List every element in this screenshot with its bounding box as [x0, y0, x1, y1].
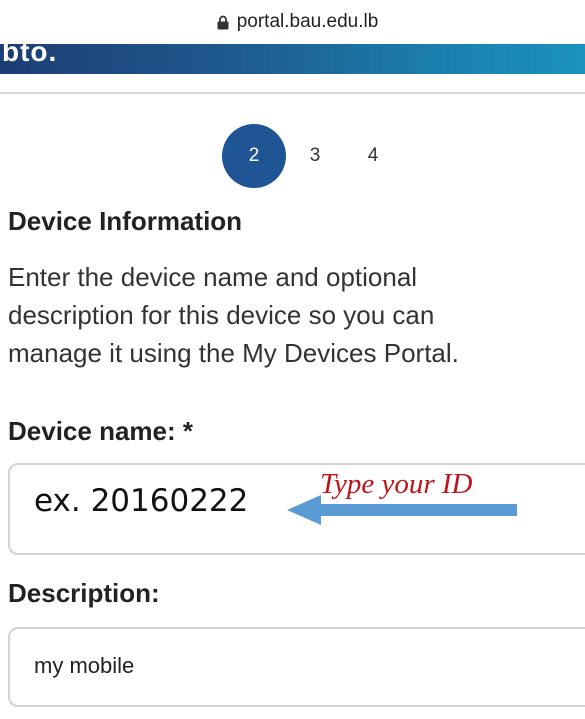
device-name-label: Device name: *	[8, 416, 193, 446]
description-value: my mobile	[34, 653, 135, 678]
instructions-text: Enter the device name and optional descr…	[8, 258, 585, 372]
url-text: portal.bau.edu.lb	[236, 11, 379, 32]
page: portal.bau.edu.lb bto. 2 3 4 Device Info…	[0, 0, 585, 719]
address-bar-content: portal.bau.edu.lb	[217, 11, 379, 33]
banner-text: bto.	[2, 44, 58, 67]
instructions-line: description for this device so you can	[8, 300, 435, 330]
device-name-value: ex. 20160222	[34, 483, 249, 519]
instructions-line: Enter the device name and optional	[8, 262, 418, 292]
address-bar[interactable]: portal.bau.edu.lb	[0, 0, 585, 44]
step-2: 2	[222, 124, 286, 188]
lock-icon	[217, 15, 229, 30]
step-3: 3	[309, 145, 321, 166]
instructions-line: manage it using the My Devices Portal.	[8, 338, 459, 368]
site-banner: bto.	[0, 44, 585, 74]
header-divider	[0, 92, 585, 94]
annotation-text: Type your ID	[320, 468, 473, 500]
section-title: Device Information	[8, 206, 243, 236]
description-input[interactable]: my mobile	[8, 627, 585, 707]
progress-stepper: 2 3 4	[222, 124, 402, 188]
step-4: 4	[367, 145, 379, 166]
description-label: Description:	[8, 578, 160, 608]
